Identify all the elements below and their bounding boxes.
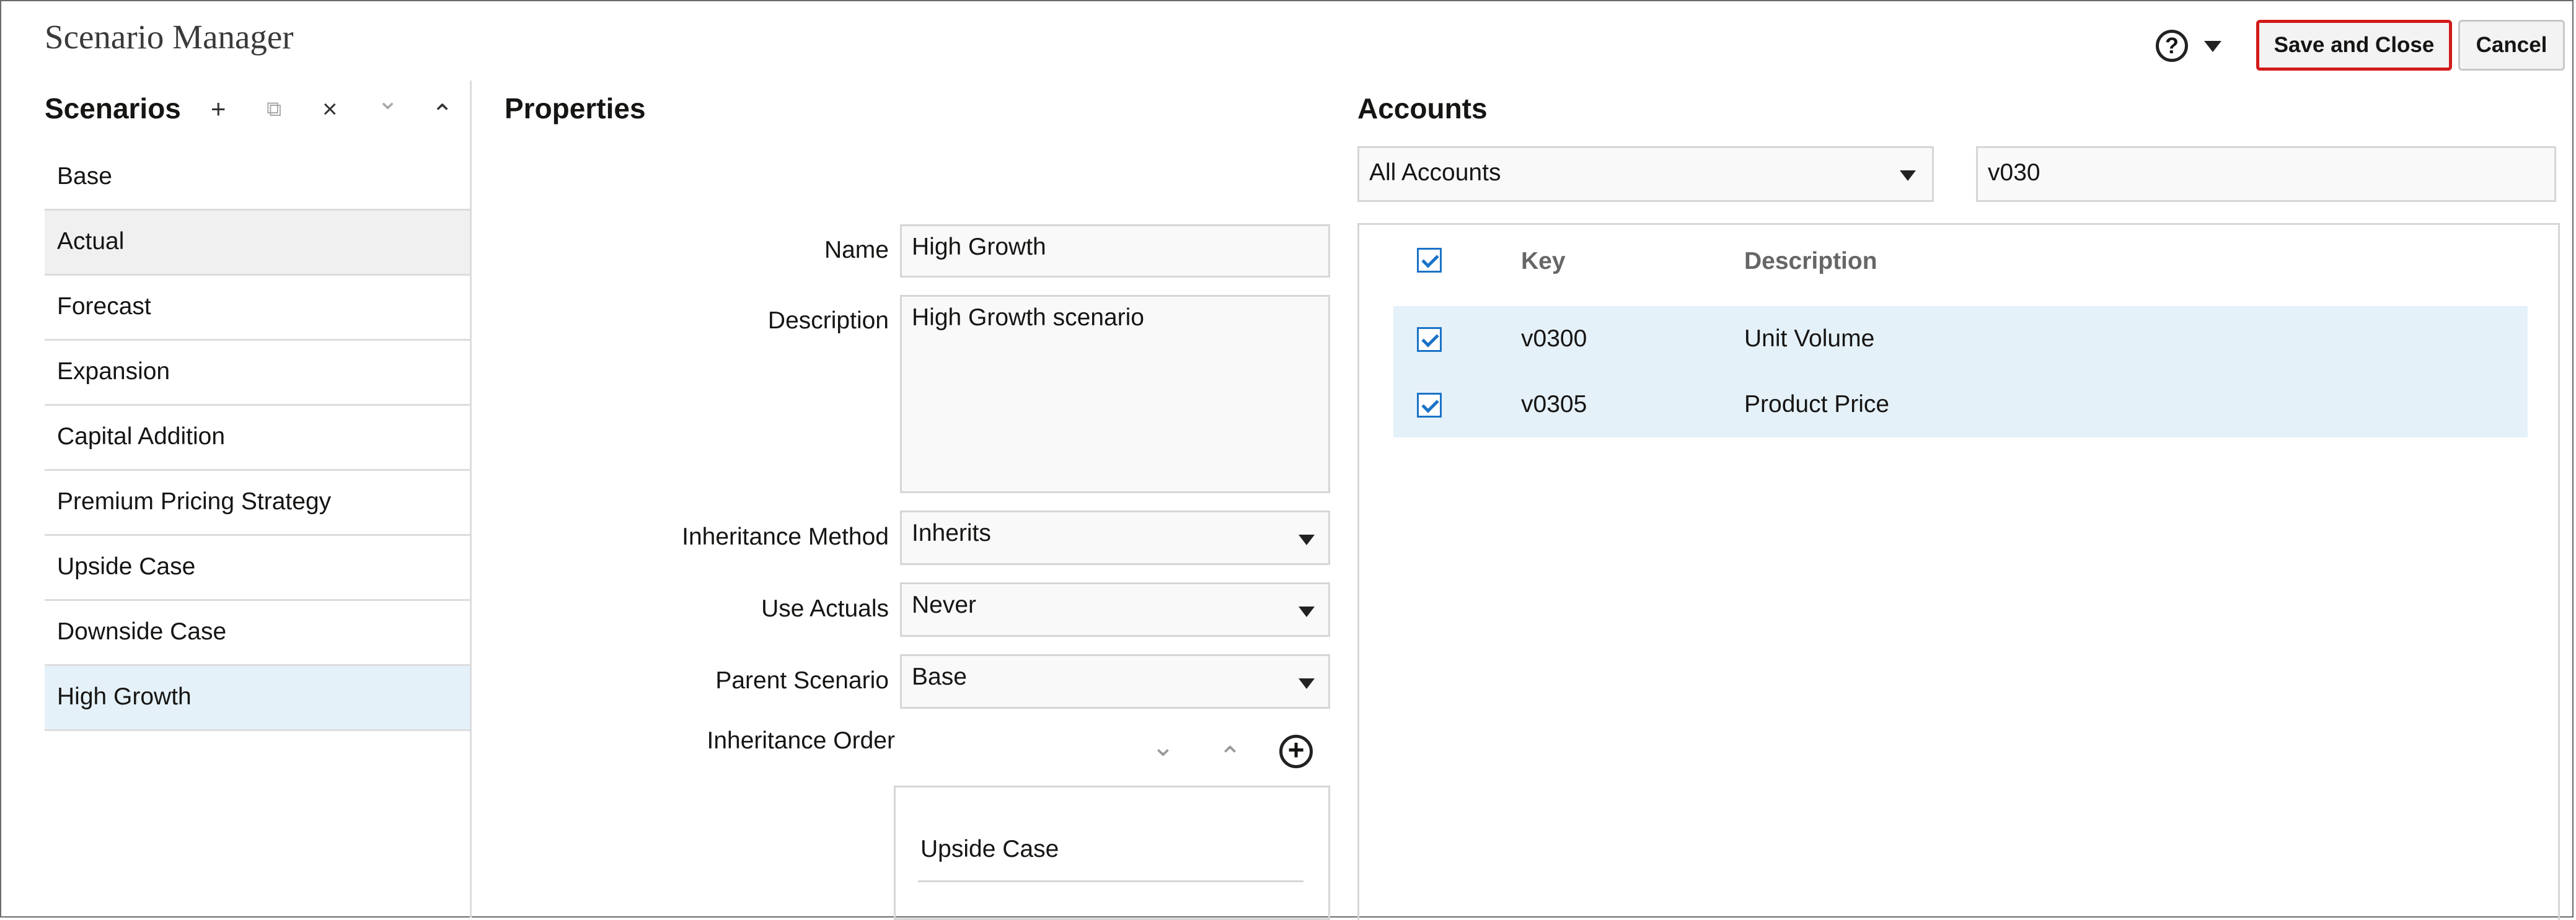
row-checkbox[interactable] <box>1417 327 1442 352</box>
accounts-search-input[interactable]: v030 <box>1976 146 2556 202</box>
scenario-item-premium-pricing-strategy[interactable]: Premium Pricing Strategy <box>45 471 470 536</box>
table-row[interactable]: v0305 Product Price <box>1393 372 2528 437</box>
chevron-down-icon <box>1299 535 1315 545</box>
scenario-item-expansion[interactable]: Expansion <box>45 341 470 406</box>
save-and-close-button[interactable]: Save and Close <box>2256 20 2452 71</box>
use-actuals-value: Never <box>912 592 977 618</box>
account-key: v0305 <box>1521 391 1587 418</box>
table-row[interactable]: v0300 Unit Volume <box>1393 306 2528 372</box>
delete-scenario-icon[interactable]: × <box>322 93 338 125</box>
account-description: Product Price <box>1744 391 1890 418</box>
account-description: Unit Volume <box>1744 325 1875 352</box>
chevron-down-icon <box>1299 607 1315 617</box>
cancel-button[interactable]: Cancel <box>2458 20 2565 71</box>
move-down-icon[interactable]: ⌄ <box>377 84 399 116</box>
question-circle-icon[interactable]: ? <box>2156 30 2188 62</box>
properties-heading: Properties <box>505 92 646 125</box>
add-circle-icon[interactable]: + <box>1279 735 1313 768</box>
use-actuals-label: Use Actuals <box>761 595 889 622</box>
account-key: v0300 <box>1521 325 1587 352</box>
row-checkbox[interactable] <box>1417 393 1442 418</box>
scenario-item-downside-case[interactable]: Downside Case <box>45 601 470 666</box>
scenarios-heading: Scenarios <box>45 92 181 125</box>
inheritance-method-value: Inherits <box>912 520 991 546</box>
inheritance-order-list: Upside Case <box>894 786 1330 920</box>
page-title: Scenario Manager <box>45 18 294 56</box>
accounts-filter-select[interactable]: All Accounts <box>1357 146 1934 202</box>
accounts-heading: Accounts <box>1357 92 1488 125</box>
inheritance-method-select[interactable]: Inherits <box>900 510 1330 565</box>
help-menu-chevron-down-icon[interactable] <box>2204 41 2221 52</box>
parent-scenario-value: Base <box>912 664 967 690</box>
inheritance-order-item[interactable]: Upside Case <box>918 825 1303 882</box>
parent-scenario-select[interactable]: Base <box>900 654 1330 709</box>
description-field[interactable]: High Growth scenario <box>900 295 1330 493</box>
inheritance-order-label: Inheritance Order <box>707 727 896 754</box>
select-all-checkbox[interactable] <box>1417 248 1442 273</box>
io-move-down-icon[interactable]: ⌄ <box>1152 731 1175 763</box>
panel-divider <box>470 81 472 918</box>
inheritance-method-label: Inheritance Method <box>682 524 889 550</box>
scenario-item-base[interactable]: Base <box>45 146 470 211</box>
add-scenario-icon[interactable]: + <box>211 93 226 125</box>
scenario-item-high-growth[interactable]: High Growth <box>45 666 470 731</box>
accounts-filter-value: All Accounts <box>1369 159 1501 186</box>
column-header-description[interactable]: Description <box>1744 248 1877 275</box>
use-actuals-select[interactable]: Never <box>900 582 1330 637</box>
io-move-up-icon[interactable]: ⌃ <box>1219 741 1242 773</box>
name-field[interactable]: High Growth <box>900 224 1330 278</box>
parent-scenario-label: Parent Scenario <box>715 667 889 694</box>
scenario-item-upside-case[interactable]: Upside Case <box>45 536 470 601</box>
description-label: Description <box>767 307 889 334</box>
scenario-item-capital-addition[interactable]: Capital Addition <box>45 406 470 471</box>
copy-scenario-icon[interactable]: ⧉ <box>267 93 281 125</box>
chevron-down-icon <box>1900 170 1916 181</box>
scenario-item-forecast[interactable]: Forecast <box>45 276 470 341</box>
chevron-down-icon <box>1299 678 1315 689</box>
name-label: Name <box>824 237 889 263</box>
move-up-icon[interactable]: ⌃ <box>431 98 453 130</box>
scenario-item-actual[interactable]: Actual <box>45 211 470 276</box>
scenario-list: Base Actual Forecast Expansion Capital A… <box>45 146 470 731</box>
column-header-key[interactable]: Key <box>1521 248 1566 275</box>
